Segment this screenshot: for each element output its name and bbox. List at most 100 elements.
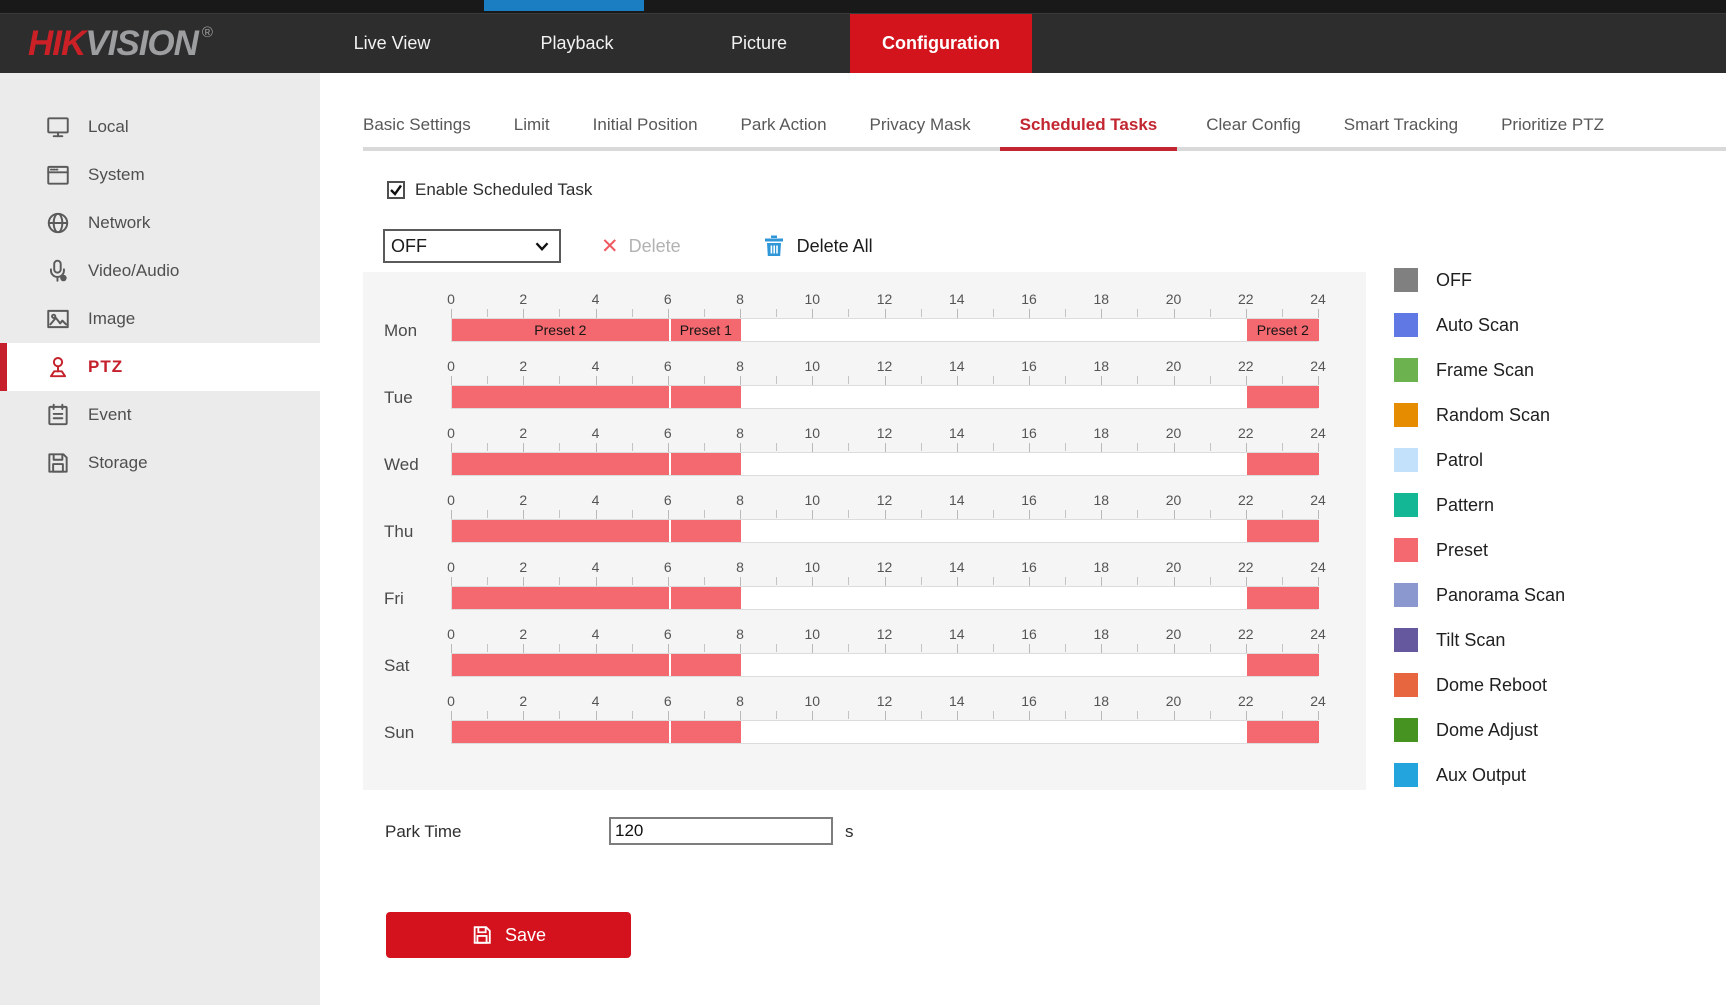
hour-tick-label: 14 <box>949 491 965 510</box>
tab-initial-position[interactable]: Initial Position <box>579 98 712 151</box>
task-segment[interactable] <box>671 587 741 609</box>
nav-item-configuration[interactable]: Configuration <box>850 14 1032 73</box>
enable-scheduled-task-checkbox[interactable] <box>387 181 405 199</box>
sidebar-item-system[interactable]: System <box>0 151 320 199</box>
delete-all-button[interactable]: Delete All <box>763 234 873 258</box>
nav-item-playback[interactable]: Playback <box>540 14 613 73</box>
legend-item-dome-adjust: Dome Adjust <box>1394 718 1565 742</box>
sidebar-item-image[interactable]: Image <box>0 295 320 343</box>
hour-tick-label: 20 <box>1166 625 1182 644</box>
task-segment[interactable] <box>452 386 669 408</box>
timeline-bar[interactable] <box>451 653 1318 677</box>
tab-scheduled-tasks[interactable]: Scheduled Tasks <box>1000 98 1178 151</box>
task-segment[interactable] <box>452 587 669 609</box>
hour-tick-label: 22 <box>1238 491 1254 510</box>
hour-tick-label: 2 <box>519 625 527 644</box>
legend-color-swatch <box>1394 358 1418 382</box>
park-time-input[interactable] <box>609 817 833 845</box>
chevron-down-icon <box>531 235 553 257</box>
monitor-icon <box>45 114 71 140</box>
hour-tick-label: 14 <box>949 625 965 644</box>
legend-label: Pattern <box>1436 495 1494 516</box>
task-segment[interactable] <box>1247 654 1319 676</box>
task-segment[interactable] <box>1247 587 1319 609</box>
day-label: Thu <box>384 521 413 543</box>
sidebar-item-ptz[interactable]: PTZ <box>0 343 320 391</box>
timeline-bar[interactable] <box>451 519 1318 543</box>
sidebar-item-network[interactable]: Network <box>0 199 320 247</box>
task-segment[interactable]: Preset 2 <box>452 319 669 341</box>
task-segment[interactable] <box>452 721 669 743</box>
day-label: Tue <box>384 387 413 409</box>
sidebar-item-video-audio[interactable]: Video/Audio <box>0 247 320 295</box>
tab-park-action[interactable]: Park Action <box>727 98 841 151</box>
timeline-bar[interactable] <box>451 385 1318 409</box>
hour-tick-label: 0 <box>447 357 455 376</box>
hour-tick-label: 4 <box>592 491 600 510</box>
delete-x-icon: ✕ <box>601 236 619 257</box>
task-segment[interactable] <box>1247 721 1319 743</box>
task-segment[interactable] <box>1247 453 1319 475</box>
task-type-select[interactable]: OFF <box>383 229 561 263</box>
hour-ticks <box>451 376 1318 385</box>
delete-button[interactable]: ✕ Delete <box>601 236 681 257</box>
legend-item-off: OFF <box>1394 268 1565 292</box>
task-segment[interactable] <box>671 386 741 408</box>
task-segment[interactable]: Preset 1 <box>671 319 741 341</box>
hour-scale: 024681012141618202224 <box>451 357 1318 376</box>
timeline-bar[interactable]: Preset 2Preset 1Preset 2 <box>451 318 1318 342</box>
nav-item-live-view[interactable]: Live View <box>354 14 431 73</box>
tab-prioritize-ptz[interactable]: Prioritize PTZ <box>1487 98 1618 151</box>
save-floppy-icon <box>471 924 493 946</box>
task-segment[interactable] <box>671 654 741 676</box>
hour-tick-label: 14 <box>949 424 965 443</box>
hour-tick-label: 20 <box>1166 424 1182 443</box>
hour-tick-label: 20 <box>1166 491 1182 510</box>
hour-tick-label: 16 <box>1021 625 1037 644</box>
day-label: Wed <box>384 454 419 476</box>
tab-basic-settings[interactable]: Basic Settings <box>349 98 485 151</box>
task-segment[interactable] <box>452 520 669 542</box>
tab-clear-config[interactable]: Clear Config <box>1192 98 1315 151</box>
hour-tick-label: 10 <box>804 625 820 644</box>
hour-tick-label: 4 <box>592 692 600 711</box>
task-segment[interactable] <box>671 453 741 475</box>
timeline-bar[interactable] <box>451 452 1318 476</box>
hour-tick-label: 6 <box>664 424 672 443</box>
task-segment[interactable] <box>671 721 741 743</box>
legend-label: Random Scan <box>1436 405 1550 426</box>
hour-tick-label: 0 <box>447 290 455 309</box>
tab-limit[interactable]: Limit <box>500 98 564 151</box>
timeline-bar[interactable] <box>451 586 1318 610</box>
hour-tick-label: 24 <box>1310 692 1326 711</box>
sidebar-item-label: Network <box>88 213 150 233</box>
tab-privacy-mask[interactable]: Privacy Mask <box>856 98 985 151</box>
task-segment[interactable] <box>671 520 741 542</box>
legend-color-swatch <box>1394 538 1418 562</box>
hour-tick-label: 8 <box>736 692 744 711</box>
hour-tick-label: 0 <box>447 558 455 577</box>
day-label: Mon <box>384 320 417 342</box>
sidebar-item-local[interactable]: Local <box>0 103 320 151</box>
sidebar-item-event[interactable]: Event <box>0 391 320 439</box>
task-segment[interactable] <box>452 654 669 676</box>
task-segment[interactable] <box>1247 386 1319 408</box>
task-segment[interactable] <box>1247 520 1319 542</box>
task-segment[interactable]: Preset 2 <box>1247 319 1319 341</box>
hour-tick-label: 16 <box>1021 357 1037 376</box>
hour-tick-label: 24 <box>1310 424 1326 443</box>
hour-tick-label: 16 <box>1021 491 1037 510</box>
task-segment[interactable] <box>452 453 669 475</box>
hour-tick-label: 24 <box>1310 290 1326 309</box>
day-label: Fri <box>384 588 404 610</box>
legend-item-preset: Preset <box>1394 538 1565 562</box>
logo-hik: HIK <box>28 24 85 64</box>
nav-item-picture[interactable]: Picture <box>731 14 787 73</box>
legend-color-swatch <box>1394 763 1418 787</box>
timeline-bar[interactable] <box>451 720 1318 744</box>
tab-smart-tracking[interactable]: Smart Tracking <box>1330 98 1472 151</box>
ptz-tab-bar: Basic SettingsLimitInitial PositionPark … <box>363 98 1726 151</box>
sidebar-item-storage[interactable]: Storage <box>0 439 320 487</box>
hour-tick-label: 16 <box>1021 290 1037 309</box>
save-button[interactable]: Save <box>386 912 631 958</box>
